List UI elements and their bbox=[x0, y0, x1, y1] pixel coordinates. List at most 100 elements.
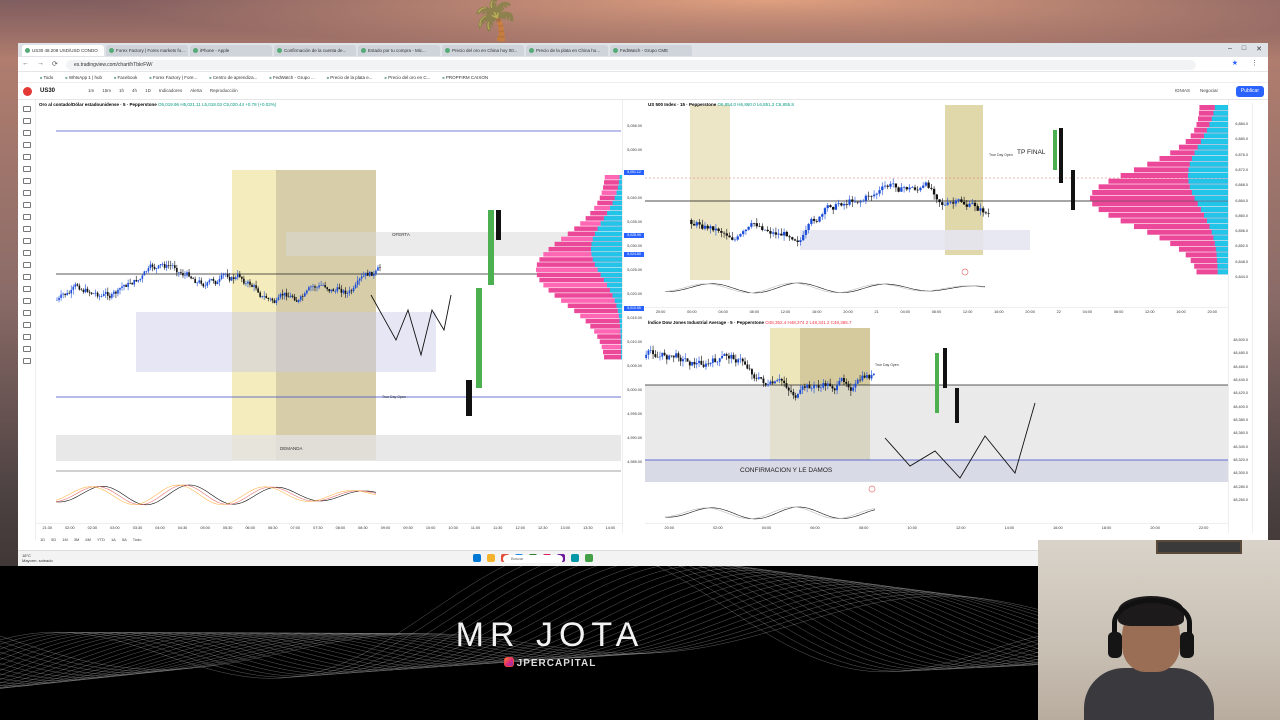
back-icon[interactable]: ← bbox=[22, 60, 29, 68]
drawing-tool-icon[interactable] bbox=[22, 142, 31, 148]
browser-tab[interactable]: FedWatch - Grupo CME bbox=[610, 44, 692, 56]
range-button[interactable]: 5D bbox=[51, 537, 56, 542]
drawing-tool-icon[interactable] bbox=[22, 238, 31, 244]
browser-tab[interactable]: Precio del oro en China hoy 00... bbox=[442, 44, 524, 56]
drawing-tool-icon[interactable] bbox=[22, 334, 31, 340]
bookmark-item[interactable]: Precio del oro en C... bbox=[381, 75, 435, 80]
toolbar-item[interactable]: Indicadores bbox=[159, 88, 182, 93]
toolbar-item[interactable]: 4h bbox=[132, 88, 137, 93]
candle-body bbox=[776, 380, 779, 382]
drawing-tool-icon[interactable] bbox=[22, 262, 31, 268]
forward-icon[interactable]: → bbox=[37, 60, 44, 68]
drawing-tool-icon[interactable] bbox=[22, 118, 31, 124]
drawing-tool-icon[interactable] bbox=[22, 130, 31, 136]
candle-body bbox=[788, 236, 791, 238]
dow-price-axis[interactable]: 48,500.0 48,480.0 48,460.0 48,440.0 48,420.0… bbox=[1228, 318, 1250, 533]
toolbar-right-item[interactable]: Negociar bbox=[1200, 88, 1218, 93]
drawing-tool-icon[interactable] bbox=[22, 358, 31, 364]
user-avatar[interactable] bbox=[23, 87, 32, 96]
taskbar-app-icon[interactable] bbox=[585, 554, 593, 562]
gold-price-axis[interactable]: 5,056.005,050.005,045.005,040.005,035.00… bbox=[622, 100, 644, 533]
reload-icon[interactable]: ⟳ bbox=[52, 60, 58, 68]
drawing-tool-icon[interactable] bbox=[22, 274, 31, 280]
bookmark-item[interactable]: Precio de la plata e... bbox=[323, 75, 377, 80]
range-button[interactable]: 5A bbox=[122, 537, 127, 542]
browser-tab[interactable]: Estado por tu compra - Mic... bbox=[358, 44, 440, 56]
menu-icon[interactable]: ⋮ bbox=[1251, 59, 1258, 67]
candle-body bbox=[780, 233, 783, 236]
taskbar-app-icon[interactable] bbox=[571, 554, 579, 562]
toolbar-item[interactable]: Reproducción bbox=[210, 88, 238, 93]
dow-chart-canvas[interactable]: CONFIRMACION Y LE DAMOS True Day Open bbox=[645, 318, 1228, 533]
dow-chart-pane[interactable]: CONFIRMACION Y LE DAMOS True Day Open Índ… bbox=[645, 318, 1250, 533]
browser-tab[interactable]: Forex Factory | Forex markets fo... bbox=[106, 44, 188, 56]
drawing-tool-icon[interactable] bbox=[22, 250, 31, 256]
gold-time-axis[interactable]: 21:30 02:00 02:30 03:00 03:30 04:00 04:30 05:00… bbox=[36, 523, 622, 532]
toolbar-item[interactable]: 1h bbox=[119, 88, 124, 93]
close-icon[interactable]: ✕ bbox=[1256, 45, 1262, 53]
toolbar-item[interactable]: 1m bbox=[88, 88, 94, 93]
drawing-tool-icon[interactable] bbox=[22, 190, 31, 196]
minimize-icon[interactable]: – bbox=[1228, 45, 1232, 53]
bookmark-item[interactable]: Todo bbox=[36, 75, 57, 80]
weather-widget[interactable]: 18°C Mayorm. soleado bbox=[22, 553, 53, 563]
range-button[interactable]: Todo bbox=[133, 537, 142, 542]
candle-body bbox=[703, 225, 707, 229]
drawing-tool-icon[interactable] bbox=[22, 154, 31, 160]
taskbar-app-icon[interactable] bbox=[487, 554, 495, 562]
candle-body bbox=[169, 265, 172, 267]
candle-body bbox=[772, 232, 775, 234]
browser-tab[interactable]: Precio de la plata en China ho... bbox=[526, 44, 608, 56]
drawing-tool-icon[interactable] bbox=[22, 166, 31, 172]
sp500-chart-canvas[interactable]: TP FINAL True Day Open bbox=[645, 100, 1228, 318]
range-button[interactable]: 6M bbox=[85, 537, 91, 542]
bookmark-item[interactable]: Forex Factory | Fore... bbox=[145, 75, 201, 80]
sp500-price-axis[interactable]: 6,884.0 6,880.0 6,876.0 6,872.0 6,868.0 6,864… bbox=[1228, 100, 1250, 318]
volume-profile-bar bbox=[1200, 207, 1228, 213]
bookmark-item[interactable]: WhtsApp 1 | hub bbox=[61, 75, 106, 80]
candle-body bbox=[954, 200, 958, 204]
drawing-tool-icon[interactable] bbox=[22, 214, 31, 220]
symbol-search[interactable]: US30 bbox=[40, 88, 55, 94]
sp500-time-axis[interactable]: 20:00 00:00 04:00 08:00 12:00 16:00 20:00 21 04:… bbox=[645, 307, 1228, 316]
drawing-tool-icon[interactable] bbox=[22, 310, 31, 316]
toolbar-item[interactable]: 15m bbox=[102, 88, 111, 93]
range-button[interactable]: 1D bbox=[40, 537, 45, 542]
range-button[interactable]: 1M bbox=[62, 537, 68, 542]
star-icon[interactable]: ★ bbox=[1232, 59, 1238, 67]
toolbar-right-item[interactable]: IGNIAS bbox=[1175, 88, 1190, 93]
drawing-tool-icon[interactable] bbox=[22, 178, 31, 184]
drawing-tool-icon[interactable] bbox=[22, 226, 31, 232]
range-button[interactable]: YTD bbox=[97, 537, 105, 542]
taskbar-search[interactable]: Buscar bbox=[503, 555, 563, 563]
gold-chart-canvas[interactable]: OFERTA DEMANDA True Day Open bbox=[36, 100, 622, 533]
bookmark-item[interactable]: Centro de aprendiza... bbox=[205, 75, 261, 80]
range-button[interactable]: 3M bbox=[74, 537, 80, 542]
bookmark-item[interactable]: FedWatch - Grupo ... bbox=[265, 75, 318, 80]
drawing-tool-icon[interactable] bbox=[22, 286, 31, 292]
gold-chart-pane[interactable]: OFERTA DEMANDA True Day Open Oro al contad… bbox=[36, 100, 644, 533]
bookmark-item[interactable]: Facebook bbox=[110, 75, 141, 80]
publish-button[interactable]: Publicar bbox=[1235, 86, 1264, 97]
toolbar-item[interactable]: 1D bbox=[145, 88, 151, 93]
volume-profile-bar bbox=[1206, 127, 1228, 133]
taskbar-app-icon[interactable] bbox=[473, 554, 481, 562]
bookmark-item[interactable]: PROPFIRM CAIXON bbox=[438, 75, 492, 80]
toolbar-item[interactable]: Alerta bbox=[190, 88, 202, 93]
drawing-tool-icon[interactable] bbox=[22, 298, 31, 304]
browser-tab[interactable]: iPhone - Apple bbox=[190, 44, 272, 56]
sp500-chart-pane[interactable]: TP FINAL True Day Open US 500 Index · 15 … bbox=[645, 100, 1250, 318]
url-input[interactable]: es.tradingview.com/chart/hTbkrFW/ bbox=[66, 60, 1196, 70]
drawing-tool-icon[interactable] bbox=[22, 106, 31, 112]
maximize-icon[interactable]: □ bbox=[1242, 45, 1246, 53]
drawing-tool-icon[interactable] bbox=[22, 202, 31, 208]
drawing-tool-icon[interactable] bbox=[22, 322, 31, 328]
browser-tab[interactable]: Confirmación de la cuenta de... bbox=[274, 44, 356, 56]
browser-tab[interactable]: US30 48.208 USD/USD CONDO bbox=[22, 44, 104, 56]
candle-body bbox=[239, 274, 241, 277]
range-button[interactable]: 1A bbox=[111, 537, 116, 542]
drawing-tool-icon[interactable] bbox=[22, 346, 31, 352]
price-label: 6,852.0 bbox=[1235, 244, 1248, 249]
dow-time-axis[interactable]: 20:00 02:00 04:00 06:00 08:00 10:00 12:00 14:00… bbox=[645, 523, 1228, 532]
candle-body bbox=[66, 292, 68, 296]
